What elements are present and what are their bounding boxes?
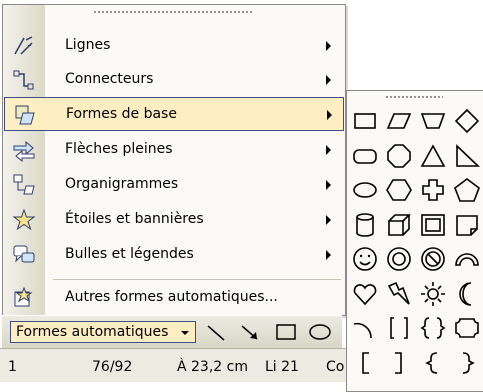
menu-item-connectors[interactable]: Connecteurs xyxy=(4,63,344,97)
submenu-arrow-icon xyxy=(326,145,331,155)
submenu-arrow-icon xyxy=(326,75,331,85)
left-bracket-icon[interactable] xyxy=(351,349,379,377)
line-icon[interactable] xyxy=(204,320,228,344)
cube-icon[interactable] xyxy=(385,211,413,239)
block-arc-icon[interactable] xyxy=(453,245,481,273)
smiley-face-icon[interactable] xyxy=(351,245,379,273)
left-brace-icon[interactable] xyxy=(419,349,447,377)
menu-item-label: Bulles et légendes xyxy=(65,246,194,262)
heart-icon[interactable] xyxy=(351,280,379,308)
basic-shapes-palette xyxy=(346,90,483,392)
trapezoid-icon[interactable] xyxy=(419,107,447,135)
connectors-icon xyxy=(12,68,36,92)
menu-item-lines[interactable]: Lignes xyxy=(4,29,344,63)
menu-item-block-arrows[interactable]: Flèches pleines xyxy=(4,133,344,167)
plaque-icon[interactable] xyxy=(453,314,481,342)
double-brace-icon[interactable] xyxy=(419,314,447,342)
rectangle-icon[interactable] xyxy=(351,107,379,135)
menu-separator xyxy=(53,279,341,280)
submenu-arrow-icon xyxy=(326,215,331,225)
basic-shapes-icon xyxy=(13,103,37,127)
status-column: Co xyxy=(326,359,345,375)
autoshapes-dropdown-button[interactable]: Formes automatiques xyxy=(10,321,196,343)
triangle-icon[interactable] xyxy=(419,142,447,170)
double-bracket-icon[interactable] xyxy=(385,314,413,342)
folded-corner-icon[interactable] xyxy=(453,211,481,239)
menu-drag-handle[interactable] xyxy=(93,10,253,14)
oval-icon[interactable] xyxy=(308,320,332,344)
stars-banners-icon xyxy=(12,208,36,232)
more-autoshapes-icon xyxy=(12,286,36,310)
right-triangle-icon[interactable] xyxy=(453,142,481,170)
menu-item-callouts[interactable]: Bulles et légendes xyxy=(4,238,344,272)
lines-icon xyxy=(12,34,36,58)
menu-item-basic-shapes[interactable]: Formes de base xyxy=(4,97,344,131)
status-page: 1 xyxy=(8,359,17,375)
menu-item-label: Connecteurs xyxy=(65,71,154,87)
right-brace-icon[interactable] xyxy=(453,349,481,377)
lightning-bolt-icon[interactable] xyxy=(385,280,413,308)
moon-icon[interactable] xyxy=(453,280,481,308)
hexagon-icon[interactable] xyxy=(385,176,413,204)
cross-icon[interactable] xyxy=(419,176,447,204)
octagon-icon[interactable] xyxy=(385,142,413,170)
rounded-rectangle-icon[interactable] xyxy=(351,142,379,170)
menu-item-label: Autres formes automatiques... xyxy=(65,289,278,305)
submenu-arrow-icon xyxy=(326,250,331,260)
menu-item-flowchart[interactable]: Organigrammes xyxy=(4,168,344,202)
can-icon[interactable] xyxy=(351,211,379,239)
menu-item-label: Flèches pleines xyxy=(65,141,173,157)
sun-icon[interactable] xyxy=(419,280,447,308)
chevron-down-icon xyxy=(181,331,189,335)
submenu-arrow-icon xyxy=(326,41,331,51)
menu-item-label: Lignes xyxy=(65,37,111,53)
menu-item-label: Formes de base xyxy=(66,106,177,122)
oval-icon[interactable] xyxy=(351,176,379,204)
donut-icon[interactable] xyxy=(385,245,413,273)
status-position: À 23,2 cm xyxy=(177,359,248,375)
flowchart-icon xyxy=(12,173,36,197)
arrow-icon[interactable] xyxy=(238,320,262,344)
status-line: Li 21 xyxy=(265,359,299,375)
arc-icon[interactable] xyxy=(351,314,379,342)
menu-item-stars-banners[interactable]: Étoiles et bannières xyxy=(4,203,344,237)
submenu-arrow-icon xyxy=(327,110,332,120)
menu-item-label: Étoiles et bannières xyxy=(65,211,204,227)
parallelogram-icon[interactable] xyxy=(385,107,413,135)
submenu-arrow-icon xyxy=(326,180,331,190)
status-section: 76/92 xyxy=(92,359,133,375)
menu-item-more-autoshapes[interactable]: Autres formes automatiques... xyxy=(4,281,344,315)
autoshapes-label: Formes automatiques xyxy=(16,324,169,340)
pentagon-icon[interactable] xyxy=(453,176,481,204)
menu-item-label: Organigrammes xyxy=(65,176,179,192)
bevel-icon[interactable] xyxy=(419,211,447,239)
block-arrows-icon xyxy=(12,138,36,162)
palette-drag-handle[interactable] xyxy=(385,95,443,99)
right-bracket-icon[interactable] xyxy=(385,349,413,377)
drawing-toolbar: Formes automatiques xyxy=(2,315,342,348)
callouts-icon xyxy=(12,243,36,267)
diamond-icon[interactable] xyxy=(453,107,481,135)
no-symbol-icon[interactable] xyxy=(419,245,447,273)
rectangle-icon[interactable] xyxy=(274,320,298,344)
autoshapes-menu: Lignes Connecteurs Formes de base Flèche… xyxy=(2,4,346,316)
status-bar: 1 76/92 À 23,2 cm Li 21 Co xyxy=(0,348,348,382)
